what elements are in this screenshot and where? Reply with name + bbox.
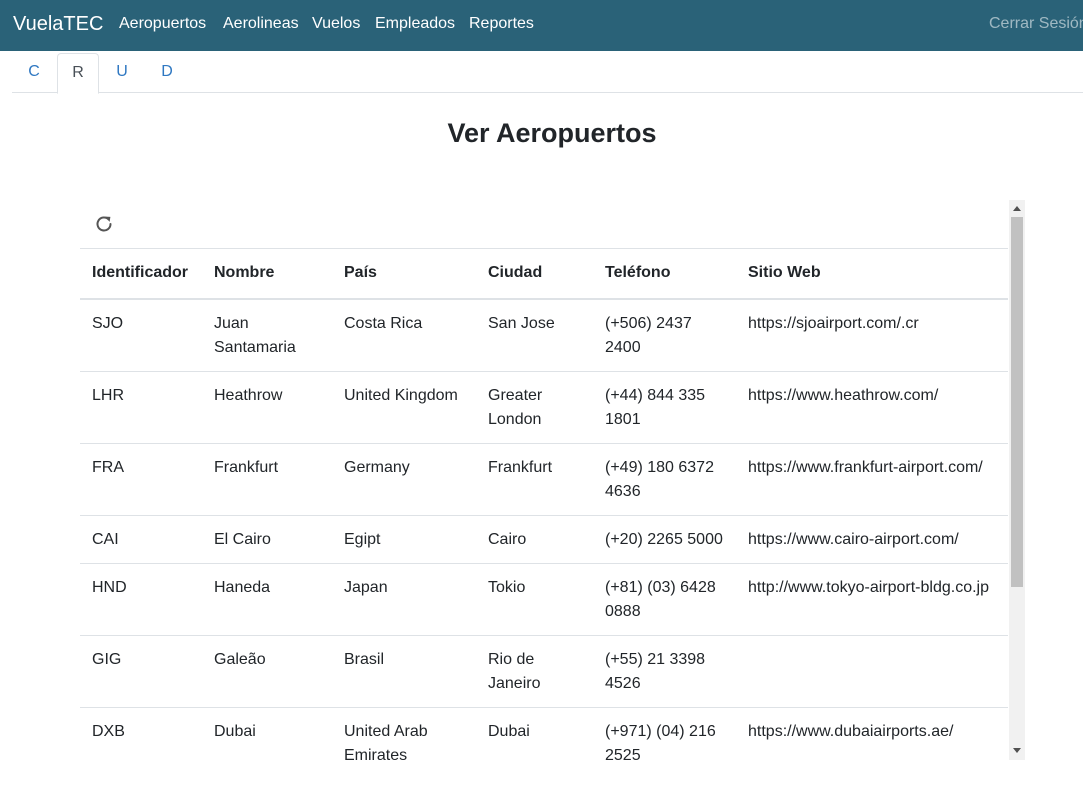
crud-tabs: C R U D xyxy=(12,51,1083,94)
cell-nombre: El Cairo xyxy=(202,515,332,564)
cell-sitio-web xyxy=(736,635,1008,708)
header-identificador: Identificador xyxy=(80,248,202,300)
cell-nombre: Heathrow xyxy=(202,371,332,444)
cell-telefono: (+81) (03) 6428 0888 xyxy=(593,563,736,636)
table-header-row: Identificador Nombre País Ciudad Teléfon… xyxy=(80,248,1008,300)
cell-nombre: Juan Santamaria xyxy=(202,298,332,372)
tab-create[interactable]: C xyxy=(12,53,56,94)
tab-delete[interactable]: D xyxy=(145,53,189,94)
cell-ciudad: Frankfurt xyxy=(476,443,593,516)
table-row: CAI El Cairo Egipt Cairo (+20) 2265 5000… xyxy=(80,515,1008,564)
cell-identificador: CAI xyxy=(80,515,202,564)
tab-update[interactable]: U xyxy=(100,53,144,94)
page-title: Ver Aeropuertos xyxy=(447,118,657,148)
cell-identificador: DXB xyxy=(80,707,202,760)
cell-nombre: Galeão xyxy=(202,635,332,708)
cell-telefono: (+55) 21 3398 4526 xyxy=(593,635,736,708)
cell-nombre: Frankfurt xyxy=(202,443,332,516)
cell-pais: Japan xyxy=(332,563,476,636)
table-row: DXB Dubai United Arab Emirates Dubai (+9… xyxy=(80,707,1008,760)
table-scrollbar[interactable] xyxy=(1009,200,1025,760)
cell-pais: United Kingdom xyxy=(332,371,476,444)
cell-pais: Brasil xyxy=(332,635,476,708)
cell-sitio-web: https://sjoairport.com/.cr xyxy=(736,298,1008,372)
cell-telefono: (+971) (04) 216 2525 xyxy=(593,707,736,760)
cell-pais: Egipt xyxy=(332,515,476,564)
airports-table-container: Identificador Nombre País Ciudad Teléfon… xyxy=(80,200,1025,760)
cell-identificador: GIG xyxy=(80,635,202,708)
cell-identificador: FRA xyxy=(80,443,202,516)
brand-logo[interactable]: VuelaTEC xyxy=(13,12,103,36)
navbar: VuelaTEC Aeropuertos Aerolineas Vuelos E… xyxy=(0,0,1083,51)
header-pais: País xyxy=(332,248,476,300)
scroll-up-arrow-icon[interactable] xyxy=(1013,206,1021,211)
refresh-icon[interactable] xyxy=(93,213,115,235)
scrollbar-thumb[interactable] xyxy=(1011,217,1023,587)
cell-ciudad: Tokio xyxy=(476,563,593,636)
header-ciudad: Ciudad xyxy=(476,248,593,300)
cell-sitio-web: https://www.frankfurt-airport.com/ xyxy=(736,443,1008,516)
cell-ciudad: Rio de Janeiro xyxy=(476,635,593,708)
nav-link-aerolineas[interactable]: Aerolineas xyxy=(223,14,299,34)
table-row: GIG Galeão Brasil Rio de Janeiro (+55) 2… xyxy=(80,635,1008,708)
header-telefono: Teléfono xyxy=(593,248,736,300)
cell-telefono: (+20) 2265 5000 xyxy=(593,515,736,564)
cell-nombre: Dubai xyxy=(202,707,332,760)
scroll-down-arrow-icon[interactable] xyxy=(1013,748,1021,753)
tab-read[interactable]: R xyxy=(57,53,99,94)
cell-identificador: SJO xyxy=(80,298,202,372)
nav-link-vuelos[interactable]: Vuelos xyxy=(312,14,360,34)
logout-link[interactable]: Cerrar Sesión xyxy=(989,14,1083,34)
nav-link-empleados[interactable]: Empleados xyxy=(375,14,455,34)
cell-ciudad: Cairo xyxy=(476,515,593,564)
table-row: FRA Frankfurt Germany Frankfurt (+49) 18… xyxy=(80,443,1008,516)
cell-identificador: HND xyxy=(80,563,202,636)
cell-telefono: (+49) 180 6372 4636 xyxy=(593,443,736,516)
header-nombre: Nombre xyxy=(202,248,332,300)
cell-pais: United Arab Emirates xyxy=(332,707,476,760)
table-row: HND Haneda Japan Tokio (+81) (03) 6428 0… xyxy=(80,563,1008,636)
cell-ciudad: Dubai xyxy=(476,707,593,760)
cell-telefono: (+44) 844 335 1801 xyxy=(593,371,736,444)
cell-sitio-web: https://www.dubaiairports.ae/ xyxy=(736,707,1008,760)
airports-table: Identificador Nombre País Ciudad Teléfon… xyxy=(80,248,1008,760)
cell-pais: Germany xyxy=(332,443,476,516)
cell-identificador: LHR xyxy=(80,371,202,444)
table-row: LHR Heathrow United Kingdom Greater Lond… xyxy=(80,371,1008,444)
cell-sitio-web: http://www.tokyo-airport-bldg.co.jp xyxy=(736,563,1008,636)
nav-link-aeropuertos[interactable]: Aeropuertos xyxy=(119,14,206,34)
cell-ciudad: Greater London xyxy=(476,371,593,444)
nav-link-reportes[interactable]: Reportes xyxy=(469,14,534,34)
cell-telefono: (+506) 2437 2400 xyxy=(593,298,736,372)
header-sitio-web: Sitio Web xyxy=(736,248,1008,300)
cell-sitio-web: https://www.cairo-airport.com/ xyxy=(736,515,1008,564)
cell-ciudad: San Jose xyxy=(476,298,593,372)
cell-pais: Costa Rica xyxy=(332,298,476,372)
table-row: SJO Juan Santamaria Costa Rica San Jose … xyxy=(80,298,1008,372)
cell-sitio-web: https://www.heathrow.com/ xyxy=(736,371,1008,444)
cell-nombre: Haneda xyxy=(202,563,332,636)
